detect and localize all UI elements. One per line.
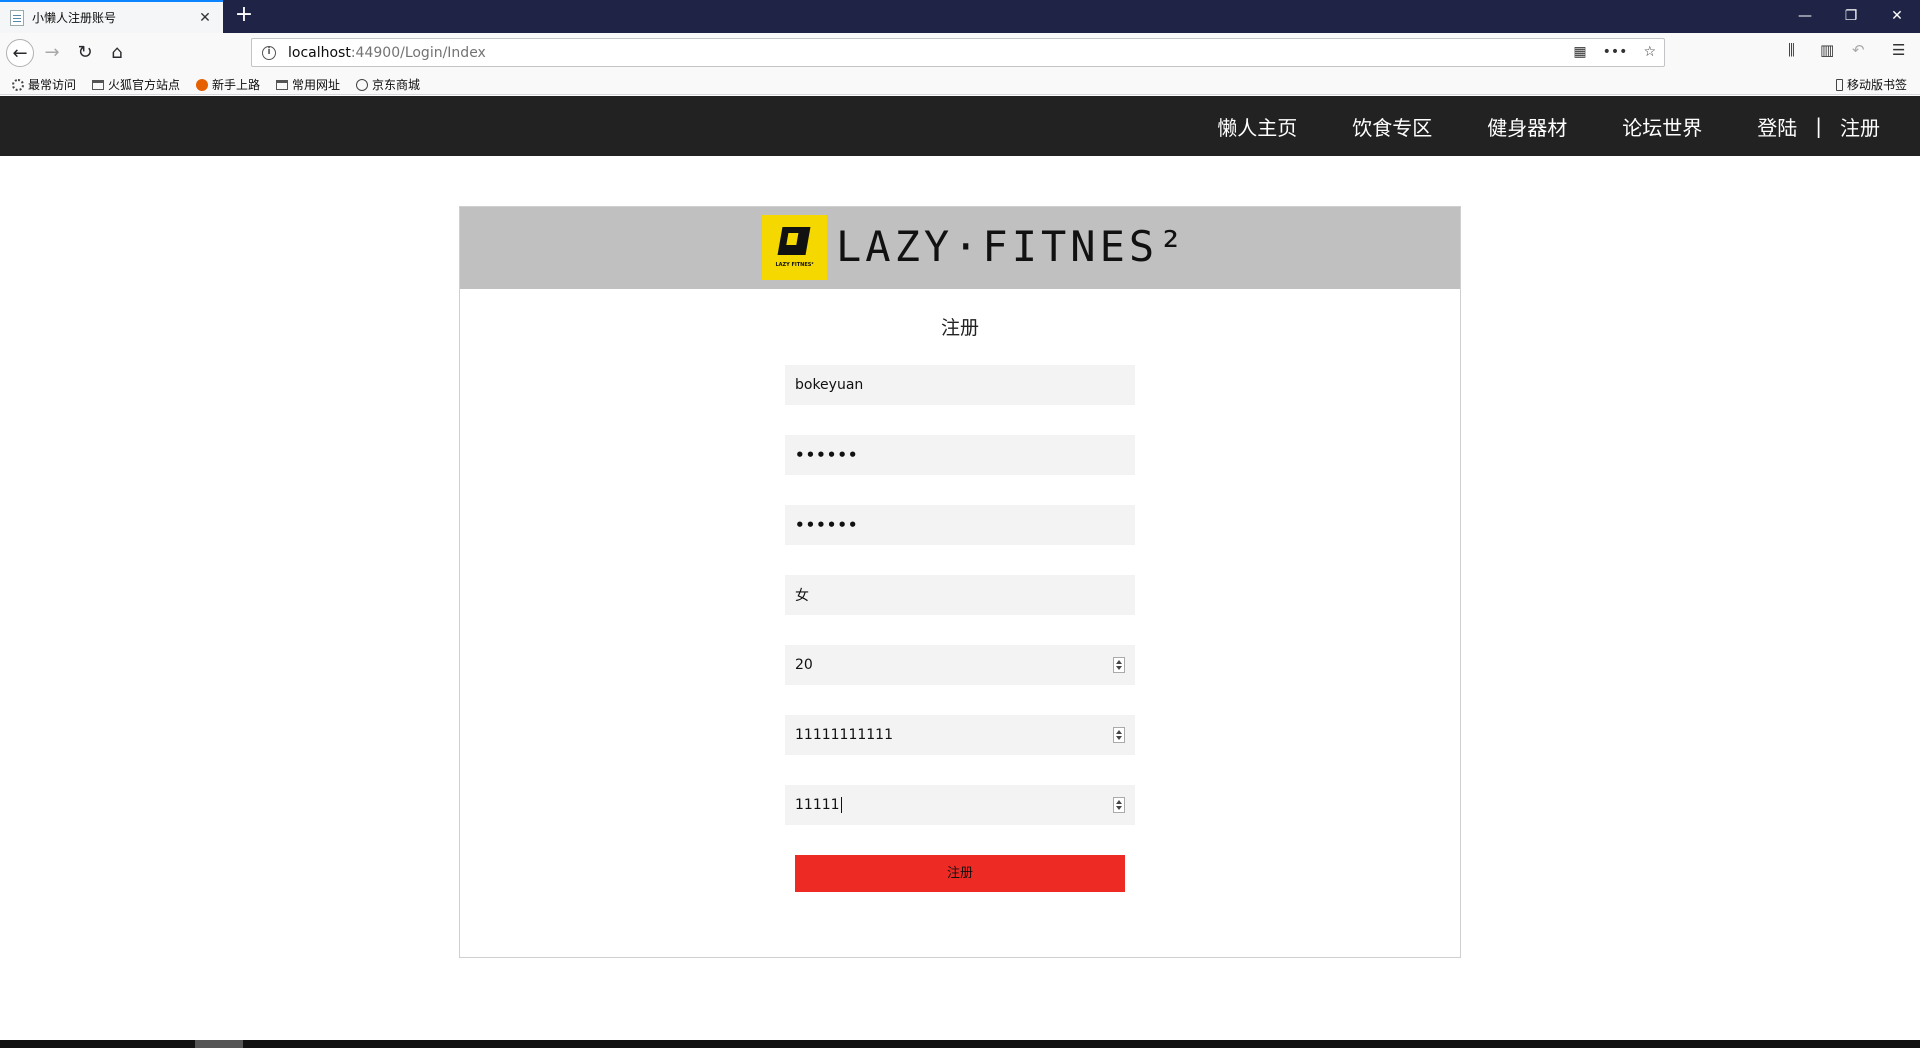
folder-icon	[92, 79, 104, 90]
register-submit-button[interactable]: 注册	[795, 855, 1125, 892]
gear-icon	[12, 78, 24, 91]
spinner-arrows-icon[interactable]	[1113, 657, 1125, 673]
bookmark-getting-started[interactable]: 新手上路	[196, 76, 260, 93]
browser-navbar: ← → ↻ ⌂ i localhost:44900/Login/Index ▦ …	[0, 33, 1920, 73]
site-header: 懒人主页 饮食专区 健身器材 论坛世界 登陆 | 注册	[0, 96, 1920, 156]
text-cursor	[840, 797, 842, 813]
nav-diet[interactable]: 饮食专区	[1352, 112, 1432, 141]
taskbar-active-item[interactable]	[195, 1040, 243, 1048]
library-icon[interactable]: ⫼	[1788, 41, 1795, 59]
back-arrow-icon[interactable]: ←	[6, 39, 34, 67]
password-input[interactable]: ••••••	[785, 435, 1135, 475]
minimize-icon[interactable]: —	[1782, 0, 1828, 33]
nav-register[interactable]: 注册	[1840, 112, 1880, 141]
folder-icon	[276, 79, 288, 90]
home-icon[interactable]: ⌂	[103, 39, 131, 67]
bookmark-firefox-official[interactable]: 火狐官方站点	[92, 76, 180, 93]
menu-hamburger-icon[interactable]: ☰	[1892, 41, 1905, 59]
phone-input[interactable]: 11111111111	[785, 715, 1135, 755]
reload-icon[interactable]: ↻	[71, 39, 99, 67]
bookmarks-bar: 最常访问 火狐官方站点 新手上路 常用网址 京东商城 移动版书签	[0, 73, 1920, 95]
firefox-icon	[196, 78, 208, 91]
qr-code-icon[interactable]: ▦	[1573, 44, 1586, 60]
nav-equipment[interactable]: 健身器材	[1487, 112, 1567, 141]
nav-login[interactable]: 登陆	[1757, 112, 1797, 141]
username-input[interactable]: bokeyuan	[785, 365, 1135, 405]
bookmark-common-sites[interactable]: 常用网址	[276, 76, 340, 93]
more-actions-icon[interactable]: •••	[1603, 44, 1628, 60]
nav-separator: |	[1815, 114, 1822, 138]
globe-icon	[356, 78, 368, 91]
spinner-arrows-icon[interactable]	[1113, 797, 1125, 813]
close-icon[interactable]: ✕	[197, 10, 213, 26]
url-text: localhost:44900/Login/Index	[288, 44, 486, 61]
bookmark-mobile[interactable]: 移动版书签	[1836, 76, 1907, 93]
code-input[interactable]: 11111	[785, 785, 1135, 825]
confirm-password-input[interactable]: ••••••	[785, 505, 1135, 545]
sidebar-icon[interactable]: ▥	[1820, 41, 1834, 59]
register-panel: LAZY FITNES² LAZY·FITNES² 注册 bokeyuan ••…	[459, 206, 1461, 958]
panel-header: LAZY FITNES² LAZY·FITNES²	[460, 207, 1460, 289]
tab-title: 小懒人注册账号	[32, 11, 117, 25]
bookmark-jd[interactable]: 京东商城	[356, 76, 420, 93]
nav-home[interactable]: 懒人主页	[1217, 112, 1297, 141]
nav-forum[interactable]: 论坛世界	[1622, 112, 1702, 141]
forward-arrow-icon[interactable]: →	[38, 39, 66, 67]
url-bar[interactable]: i localhost:44900/Login/Index ▦ ••• ☆	[251, 38, 1665, 67]
star-bookmark-icon[interactable]: ☆	[1643, 44, 1656, 60]
browser-tab[interactable]: 小懒人注册账号 ✕	[0, 0, 223, 33]
spinner-arrows-icon[interactable]	[1113, 727, 1125, 743]
window-close-icon[interactable]: ✕	[1874, 0, 1920, 33]
phone-icon	[1836, 78, 1843, 91]
age-input[interactable]: 20	[785, 645, 1135, 685]
logo-icon: LAZY FITNES²	[762, 215, 827, 280]
gender-input[interactable]: 女	[785, 575, 1135, 615]
taskbar	[0, 1040, 1920, 1048]
page-favicon-icon	[10, 9, 24, 26]
info-icon[interactable]: i	[262, 45, 276, 60]
form-title: 注册	[940, 317, 979, 339]
undo-icon[interactable]: ↶	[1852, 41, 1865, 59]
logo-text: LAZY·FITNES²	[836, 222, 1188, 271]
restore-icon[interactable]: ❐	[1828, 0, 1874, 33]
site-nav: 懒人主页 饮食专区 健身器材 论坛世界 登陆 | 注册	[1217, 96, 1880, 156]
browser-titlebar: 小懒人注册账号 ✕ + — ❐ ✕	[0, 0, 1920, 33]
plus-icon[interactable]: +	[232, 4, 256, 28]
bookmark-most-visited[interactable]: 最常访问	[12, 76, 76, 93]
